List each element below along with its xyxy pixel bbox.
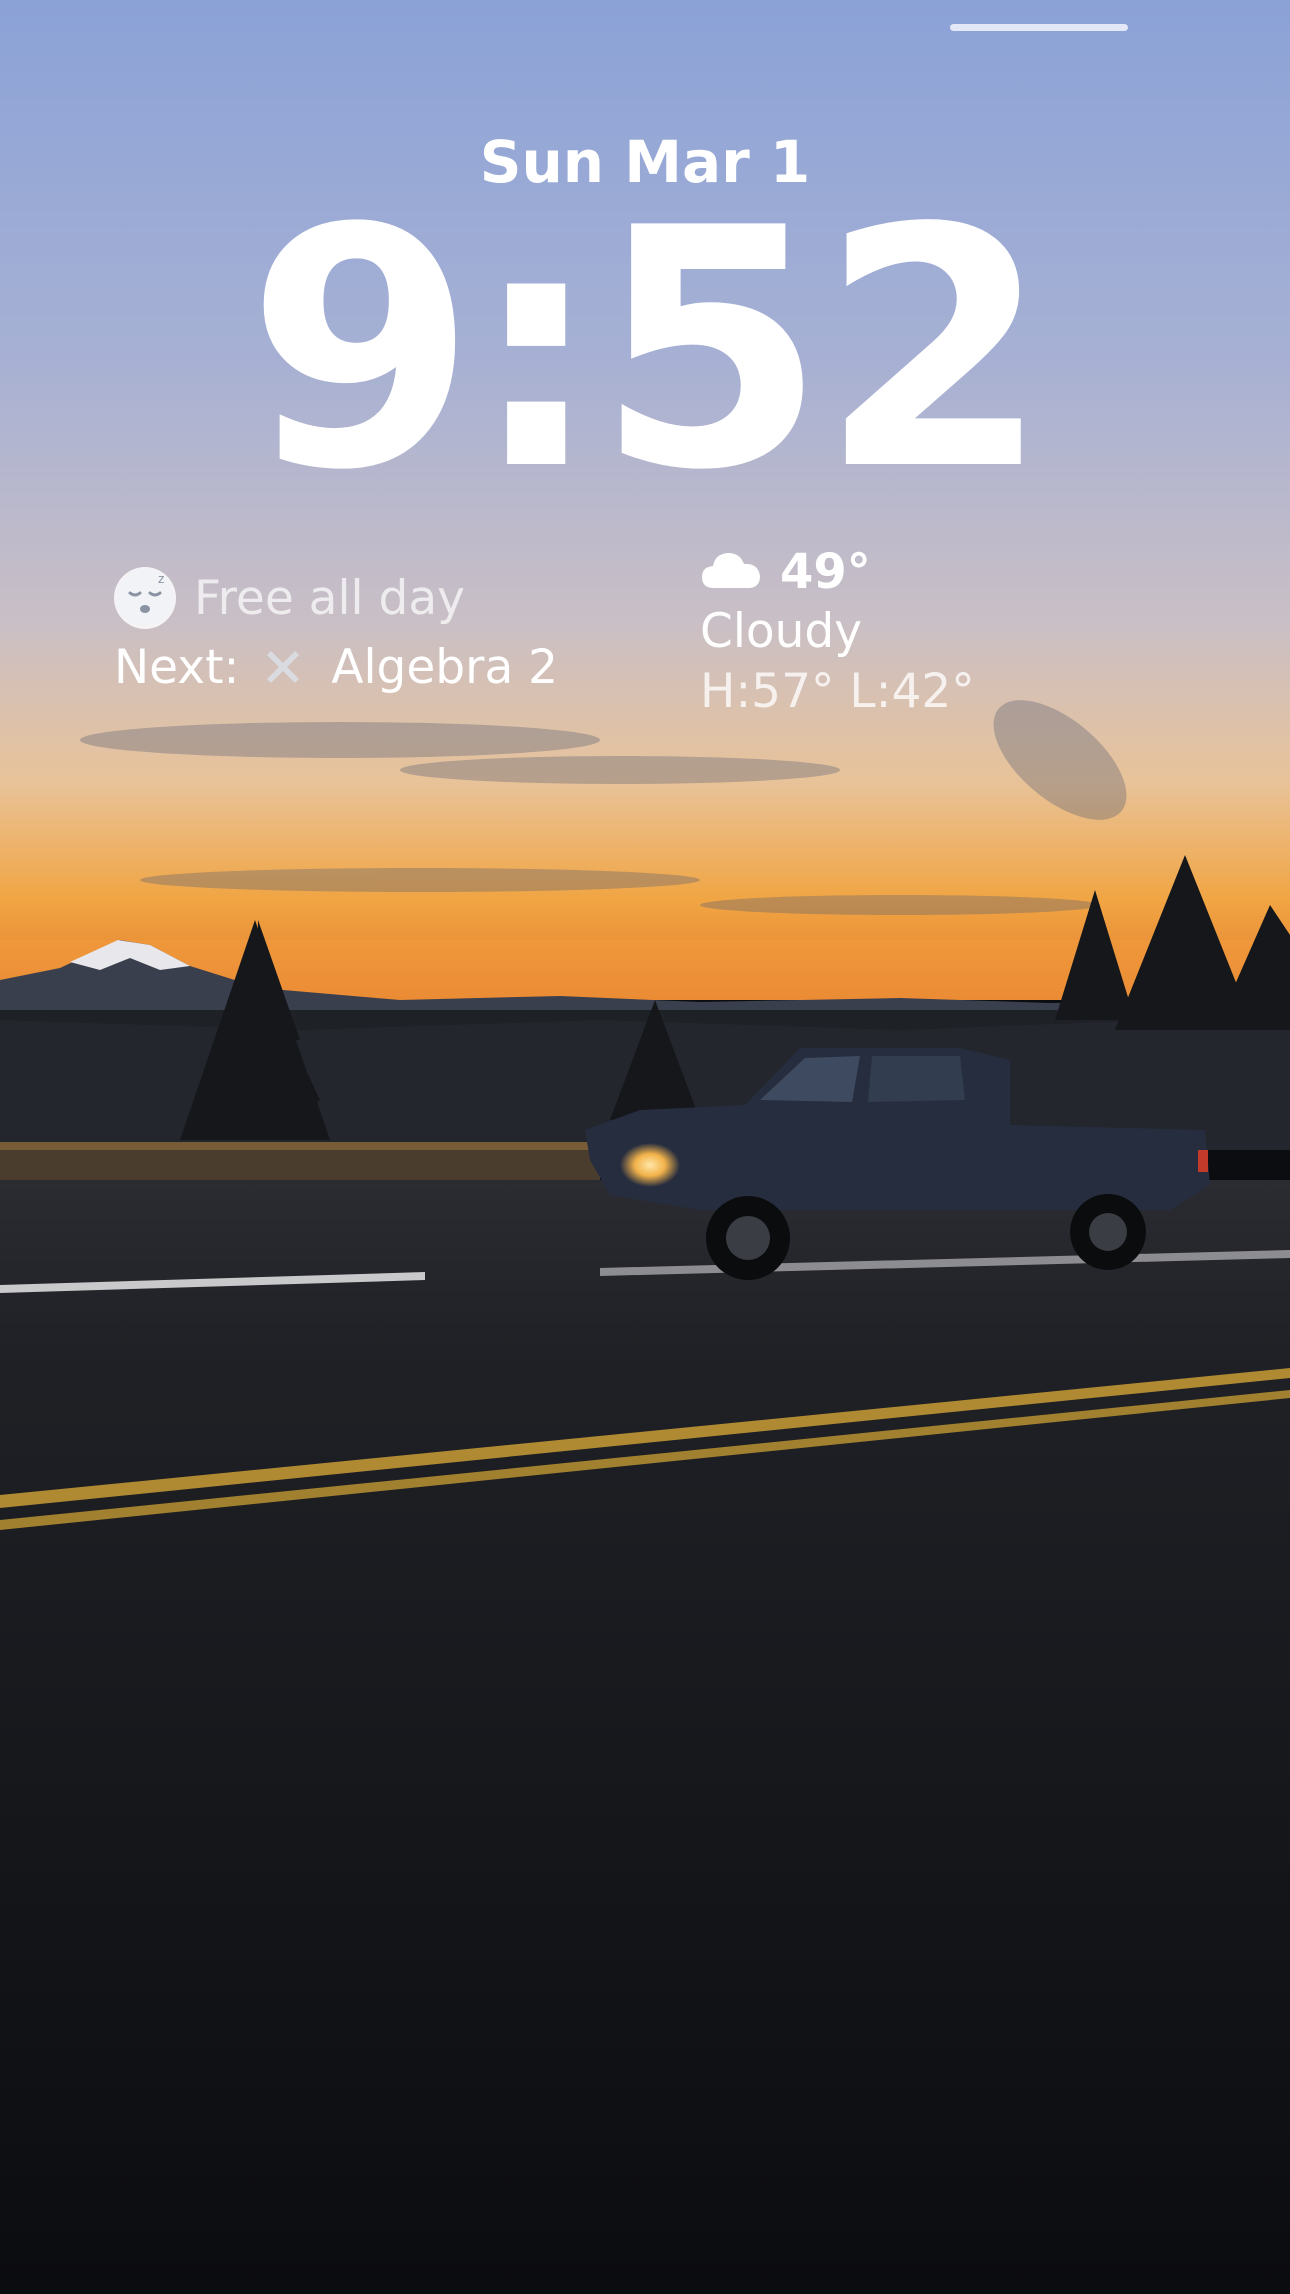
lock-screen: Sun Mar 1 9:52 z Free all day Next: Alge…: [0, 0, 1290, 2294]
tools-cross-icon: [261, 645, 305, 689]
svg-text:z: z: [158, 572, 164, 586]
calendar-status-text: Free all day: [194, 570, 465, 626]
next-label: Next:: [114, 639, 240, 695]
status-bar-indicator: [950, 24, 1128, 31]
lock-screen-clock: 9:52: [246, 158, 1050, 542]
calendar-next-row: Next: Algebra 2: [114, 634, 674, 700]
weather-condition: Cloudy: [700, 604, 863, 659]
sleeping-face-icon: z: [114, 567, 176, 629]
weather-temperature: 49°: [780, 544, 871, 600]
weather-high-low: H:57° L:42°: [700, 664, 975, 719]
calendar-status-row: z Free all day: [114, 562, 674, 634]
calendar-widget[interactable]: z Free all day Next: Algebra 2: [114, 562, 674, 702]
next-event-title: Algebra 2: [331, 639, 559, 695]
cloud-icon: [700, 548, 780, 596]
weather-widget[interactable]: 49° Cloudy H:57° L:42°: [700, 542, 1160, 722]
weather-current-row: 49°: [700, 542, 1160, 602]
